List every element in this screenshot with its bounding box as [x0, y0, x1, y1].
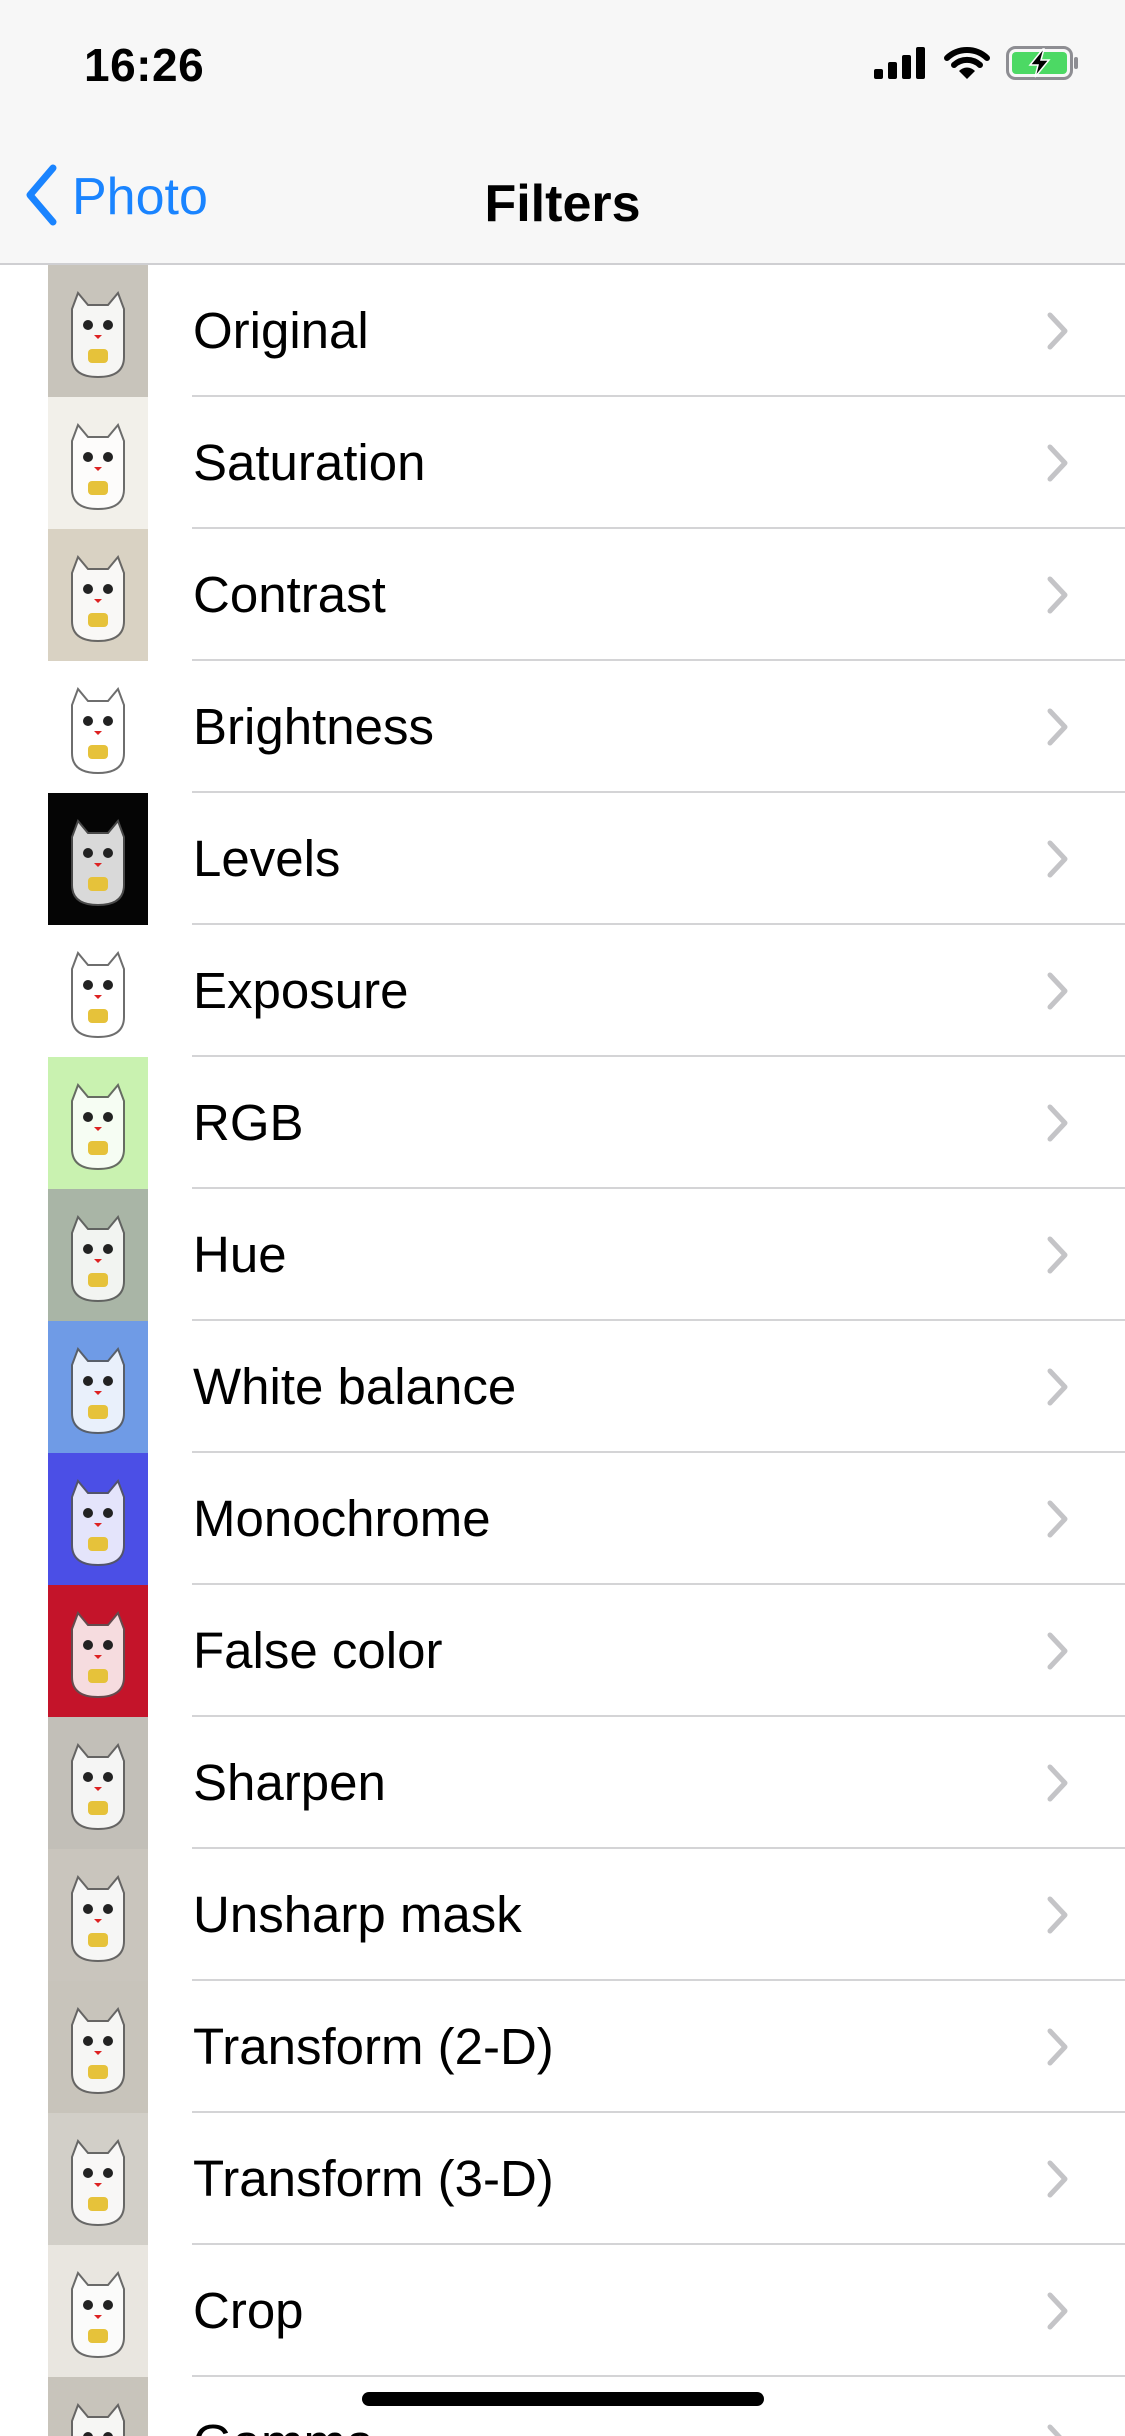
filter-thumbnail [48, 2113, 148, 2245]
chevron-right-icon [1046, 707, 1070, 752]
filter-row[interactable]: Saturation [0, 397, 1125, 529]
filter-row-label: False color [193, 1622, 443, 1679]
filter-thumbnail [48, 529, 148, 661]
chevron-right-icon [1046, 1367, 1070, 1412]
battery-charging-icon [1006, 46, 1080, 85]
chevron-right-icon [1046, 1499, 1070, 1544]
filter-row[interactable]: Monochrome [0, 1453, 1125, 1585]
chevron-right-icon [1046, 575, 1070, 620]
filter-thumbnail [48, 1453, 148, 1585]
filter-row[interactable]: Contrast [0, 529, 1125, 661]
filter-thumbnail [48, 2245, 148, 2377]
filter-row-label: Original [193, 302, 369, 359]
filter-row[interactable]: Brightness [0, 661, 1125, 793]
filter-thumbnail [48, 1321, 148, 1453]
filter-thumbnail [48, 1585, 148, 1717]
filter-row[interactable]: Crop [0, 2245, 1125, 2377]
chevron-right-icon [1046, 443, 1070, 488]
chevron-right-icon [1046, 971, 1070, 1016]
filter-row[interactable]: Levels [0, 793, 1125, 925]
filter-thumbnail [48, 1849, 148, 1981]
chevron-right-icon [1046, 2423, 1070, 2436]
filter-thumbnail [48, 2377, 148, 2436]
filter-row[interactable]: Unsharp mask [0, 1849, 1125, 1981]
filter-row-label: Transform (3-D) [193, 2150, 554, 2207]
chevron-right-icon [1046, 1631, 1070, 1676]
filter-row-label: White balance [193, 1358, 517, 1415]
filter-row-label: Unsharp mask [193, 1886, 522, 1943]
status-icons [874, 46, 1080, 85]
filter-thumbnail [48, 1057, 148, 1189]
filter-row[interactable]: Original [0, 265, 1125, 397]
filter-thumbnail [48, 1189, 148, 1321]
filter-row[interactable]: Exposure [0, 925, 1125, 1057]
filter-row[interactable]: False color [0, 1585, 1125, 1717]
filter-thumbnail [48, 1981, 148, 2113]
chevron-right-icon [1046, 1103, 1070, 1148]
chevron-right-icon [1046, 1763, 1070, 1808]
filter-thumbnail [48, 661, 148, 793]
chevron-right-icon [1046, 1235, 1070, 1280]
chevron-right-icon [1046, 2027, 1070, 2072]
filter-row-label: Transform (2-D) [193, 2018, 554, 2075]
chevron-right-icon [1046, 311, 1070, 356]
navigation-bar: Photo Filters [0, 132, 1125, 265]
filter-row-label: Levels [193, 830, 341, 887]
filter-thumbnail [48, 793, 148, 925]
filter-row-label: Hue [193, 1226, 287, 1283]
filter-thumbnail [48, 925, 148, 1057]
wifi-icon [944, 46, 990, 85]
filter-row-label: Contrast [193, 566, 386, 623]
filter-thumbnail [48, 265, 148, 397]
filter-row-label: Gamma [193, 2377, 374, 2436]
filter-row-label: Monochrome [193, 1490, 491, 1547]
filter-thumbnail [48, 1717, 148, 1849]
page-title: Filters [484, 175, 641, 233]
signal-icon [874, 47, 928, 84]
home-indicator [362, 2392, 764, 2406]
chevron-right-icon [1046, 839, 1070, 884]
filter-thumbnail [48, 397, 148, 529]
filter-row-label: Crop [193, 2282, 304, 2339]
filter-row-label: RGB [193, 1094, 304, 1151]
filter-row-label: Sharpen [193, 1754, 386, 1811]
filter-row[interactable]: RGB [0, 1057, 1125, 1189]
status-time: 16:26 [84, 39, 205, 91]
filter-row-label: Saturation [193, 434, 426, 491]
filter-row[interactable]: Sharpen [0, 1717, 1125, 1849]
chevron-right-icon [1046, 1895, 1070, 1940]
filter-row[interactable]: White balance [0, 1321, 1125, 1453]
chevron-right-icon [1046, 2291, 1070, 2336]
chevron-right-icon [1046, 2159, 1070, 2204]
filter-row[interactable]: Transform (2-D) [0, 1981, 1125, 2113]
filter-row[interactable]: Hue [0, 1189, 1125, 1321]
filter-row-label: Brightness [193, 698, 434, 755]
status-bar: 16:26 [0, 0, 1125, 132]
filter-list: Original Saturation Contrast Brightness Leve… [0, 265, 1125, 2436]
filter-row[interactable]: Transform (3-D) [0, 2113, 1125, 2245]
filter-row-label: Exposure [193, 962, 409, 1019]
filter-row[interactable]: Gamma [0, 2377, 1125, 2436]
